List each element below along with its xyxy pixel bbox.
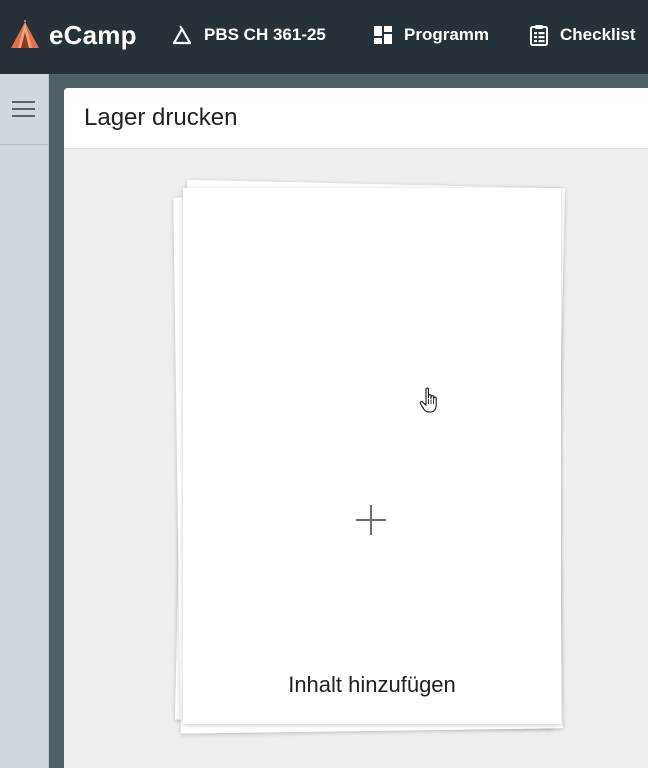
dashboard-grid-icon: [374, 26, 392, 44]
camp-tent-icon: [173, 25, 191, 45]
nav-camp-link[interactable]: PBS CH 361-25: [171, 20, 326, 50]
app-name: eCamp: [49, 19, 137, 50]
add-content-page-button[interactable]: Inhalt hinzufügen: [183, 188, 561, 724]
hand-pointer-cursor-icon: [419, 387, 437, 413]
hamburger-menu-icon[interactable]: [11, 99, 37, 119]
tent-logo-icon: [11, 20, 39, 48]
plus-icon: [354, 503, 388, 537]
brand-home-link[interactable]: eCamp: [10, 18, 137, 52]
nav-program-label: Programm: [404, 25, 490, 44]
print-card: Lager drucken Inhalt hinzufügen: [64, 88, 648, 768]
nav-program-link[interactable]: Programm: [373, 20, 489, 50]
sidebar-divider: [0, 144, 48, 145]
card-header: Lager drucken: [64, 88, 648, 149]
page-title: Lager drucken: [84, 104, 238, 131]
nav-checklist-link[interactable]: Checklist: [529, 20, 636, 50]
nav-camp-label: PBS CH 361-25: [204, 25, 326, 44]
sidebar-rail: [0, 74, 49, 768]
nav-checklist-label: Checklist: [560, 25, 636, 44]
top-app-bar: eCamp PBS CH 361-25 Programm Checklist: [0, 0, 648, 74]
clipboard-list-icon: [530, 25, 548, 46]
add-content-label: Inhalt hinzufügen: [288, 672, 456, 697]
